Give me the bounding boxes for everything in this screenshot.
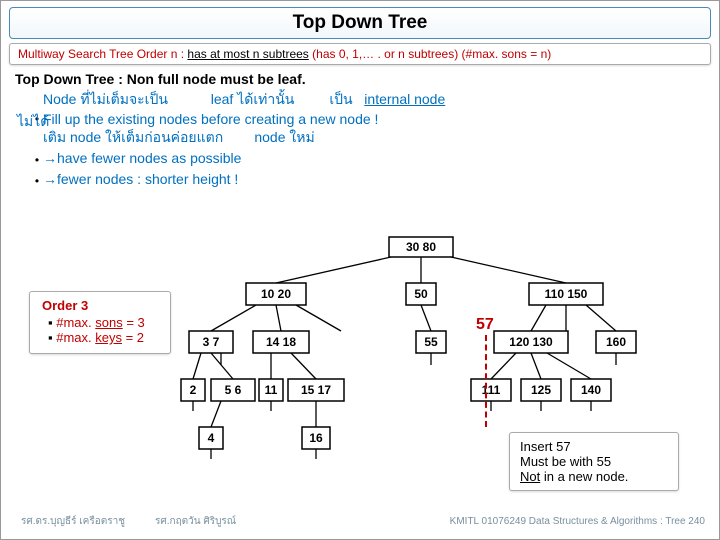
svg-text:11: 11 — [265, 383, 278, 397]
subtitle-tail: (has 0, 1,… . or n subtrees) (#max. sons… — [309, 47, 551, 61]
footer: รศ.ดร.บุญธีร์ เครือตราชู รศ.กฤตวัน ศิริบ… — [1, 514, 719, 529]
svg-text:120 130: 120 130 — [509, 335, 553, 349]
order-box: Order 3 #max. sons = 3 #max. keys = 2 — [29, 291, 171, 354]
svg-text:15 17: 15 17 — [301, 383, 331, 397]
svg-text:30 80: 30 80 — [406, 240, 436, 254]
rule-heading: Top Down Tree : Non full node must be le… — [15, 71, 705, 87]
definition-banner: Multiway Search Tree Order n : has at mo… — [9, 43, 711, 65]
order-li1-u: sons — [95, 315, 122, 330]
b1-line2-pre: ไม่ได้ — [17, 111, 49, 133]
svg-text:4: 4 — [208, 431, 215, 445]
b1-line2-main: Fill up the existing nodes before creati… — [43, 111, 378, 127]
order-li2-label: #max. — [56, 330, 95, 345]
svg-text:125: 125 — [531, 383, 551, 397]
svg-text:110 150: 110 150 — [545, 287, 588, 301]
slide-title: Top Down Tree — [9, 7, 711, 39]
insert-l3-not: Not — [520, 469, 540, 484]
b1-line3-a: เติม node ให้เต็มก่อนค่อยแตก — [43, 129, 223, 145]
order-li-1: #max. sons = 3 — [48, 315, 158, 330]
bullet-1: • Node ที่ไม่เต็มจะเป็น leaf ได้เท่านั้น… — [31, 89, 709, 149]
bullet-3: • →fewer nodes : shorter height ! — [31, 171, 709, 191]
footer-right: KMITL 01076249 Data Structures & Algorit… — [450, 516, 705, 527]
order-li2-tail: = 2 — [122, 330, 144, 345]
svg-text:10 20: 10 20 — [261, 287, 291, 301]
insert-pointer-line — [485, 335, 487, 427]
svg-text:160: 160 — [606, 335, 626, 349]
order-li2-u: keys — [95, 330, 122, 345]
insert-l2: Must be with 55 — [520, 454, 668, 469]
insert-box: Insert 57 Must be with 55 Not in a new n… — [509, 432, 679, 491]
order-li1-label: #max. — [56, 315, 95, 330]
b1-part-b: leaf ได้เท่านั้น — [211, 91, 295, 107]
order-li1-tail: = 3 — [123, 315, 145, 330]
svg-text:14 18: 14 18 — [266, 335, 296, 349]
svg-text:5 6: 5 6 — [225, 383, 242, 397]
svg-text:3 7: 3 7 — [203, 335, 220, 349]
b1-part-d: internal node — [364, 91, 445, 107]
insert-l3-tail: in a new node. — [540, 469, 628, 484]
bullet-dot: • — [31, 171, 43, 191]
svg-text:55: 55 — [424, 335, 438, 349]
svg-text:140: 140 — [581, 383, 601, 397]
order-li-2: #max. keys = 2 — [48, 330, 158, 345]
bullet-list: • Node ที่ไม่เต็มจะเป็น leaf ได้เท่านั้น… — [31, 89, 709, 191]
footer-left: รศ.ดร.บุญธีร์ เครือตราชู — [21, 514, 125, 529]
b1-part-a: Node ที่ไม่เต็มจะเป็น — [43, 91, 168, 107]
insert-l1: Insert 57 — [520, 439, 668, 454]
b3-text: →fewer nodes : shorter height ! — [43, 171, 238, 187]
order-heading: Order 3 — [42, 298, 158, 313]
subtitle-lead: Multiway Search Tree Order n : — [18, 47, 187, 61]
inserted-value-label: 57 — [476, 316, 494, 334]
subtitle-underlined: has at most n subtrees — [187, 47, 308, 61]
bullet-2: • →have fewer nodes as possible — [31, 150, 709, 170]
svg-text:50: 50 — [414, 287, 428, 301]
b1-line3-b: node ใหม่ — [254, 129, 314, 145]
b2-text: →have fewer nodes as possible — [43, 150, 241, 166]
b1-part-c: เป็น — [329, 91, 352, 107]
bullet-dot: • — [31, 150, 43, 170]
footer-center: รศ.กฤตวัน ศิริบูรณ์ — [155, 514, 236, 529]
svg-text:16: 16 — [309, 431, 323, 445]
svg-text:2: 2 — [190, 383, 197, 397]
